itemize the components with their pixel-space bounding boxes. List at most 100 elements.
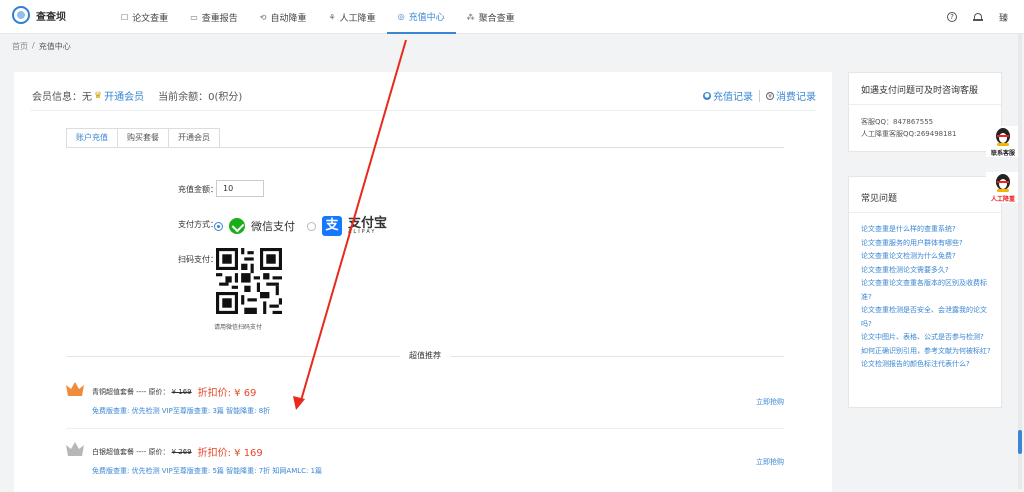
faq-item[interactable]: 论文查重服务的用户群体有哪些? xyxy=(861,237,995,251)
crown-icon xyxy=(66,382,84,396)
alipay-radio[interactable] xyxy=(307,221,316,231)
faq-item[interactable]: 论文查重是什么样的查重系统? xyxy=(861,223,995,237)
contact-card: 如遇支付问题可及时咨询客服 客服QQ：847867555 人工降重客服QQ:26… xyxy=(848,72,1002,152)
faq-item[interactable]: 论文查重论文查重各版本的区别及收费标准? xyxy=(861,277,995,304)
faq-card: 常见问题 论文查重是什么样的查重系统? 论文查重服务的用户群体有哪些? 论文查重… xyxy=(848,176,1002,408)
nav-label: 人工降重 xyxy=(339,13,376,24)
consume-records-link[interactable]: ¥ 消费记录 xyxy=(766,88,816,103)
header-actions: ? 臻 xyxy=(946,0,1008,34)
balance-text: 当前余额：0(积分) xyxy=(158,92,243,103)
buy-now-button[interactable]: 立即抢购 xyxy=(756,457,784,467)
faq-item[interactable]: 论文查重论文检测为什么免费? xyxy=(861,250,995,264)
alipay-icon: 支 xyxy=(322,216,342,236)
clock-icon: ¥ xyxy=(766,91,774,100)
qr-caption: 请用微信扫码支付 xyxy=(214,324,263,331)
nav-label: 充值中心 xyxy=(408,12,445,23)
nav-label: 查重报告 xyxy=(201,13,238,24)
alipay-sub-label: ALIPAY xyxy=(348,229,377,235)
divider xyxy=(849,104,1001,105)
breadcrumb-current: 充值中心 xyxy=(38,42,71,51)
package-divider xyxy=(66,428,784,429)
nav-item-paper-check[interactable]: ☐ 论文查重 xyxy=(110,0,179,34)
alipay-logo[interactable]: 支付宝 ALIPAY xyxy=(348,217,387,235)
wechat-label[interactable]: 微信支付 xyxy=(251,218,295,234)
qr-code xyxy=(216,248,282,314)
separator xyxy=(759,89,760,102)
package-features: 免费版查重: 优先检测 VIP至尊版查重: 5篇 智能降重: 7折 知网AMLC… xyxy=(92,467,323,475)
scrollbar-thumb[interactable] xyxy=(1018,430,1022,454)
breadcrumb-separator: / xyxy=(32,41,35,50)
discount-price: 折扣价: ¥ 169 xyxy=(197,448,263,459)
float-manual-label: 人工降重 xyxy=(990,196,1015,203)
contact-title: 如遇支付问题可及时咨询客服 xyxy=(861,86,979,96)
logo-icon xyxy=(12,6,30,24)
breadcrumb: 首页 / 充值中心 xyxy=(12,41,71,52)
nav-item-auto-reduce[interactable]: ⟲ 自动降重 xyxy=(249,0,318,34)
faq-item[interactable]: 论文检测报告的颜色标注代表什么? xyxy=(861,358,995,372)
tab-open-member[interactable]: 开通会员 xyxy=(169,128,220,148)
vip-crown-icon: ♛ xyxy=(94,90,103,101)
package-name: 青铜超值套餐 ---- 原价： xyxy=(92,387,170,396)
pay-methods: 微信支付 支 支付宝 ALIPAY xyxy=(214,216,387,236)
document-icon: ☐ xyxy=(121,12,129,22)
nav-item-aggregate[interactable]: ⁂ 聚合查重 xyxy=(456,0,526,34)
faq-item[interactable]: 论文查重检测论文需要多久? xyxy=(861,264,995,278)
package-silver: 白银超值套餐 ---- 原价： ¥ 269 折扣价: ¥ 169 免费版查重: … xyxy=(66,442,784,488)
open-member-link[interactable]: 开通会员 xyxy=(104,88,144,103)
tab-underline xyxy=(66,147,784,148)
logo[interactable]: 查查坝 xyxy=(12,6,66,24)
qq-penguin-icon xyxy=(994,172,1012,192)
float-contact-service[interactable]: 联系客服 xyxy=(986,126,1020,157)
user-avatar[interactable]: 臻 xyxy=(999,11,1008,24)
breadcrumb-home[interactable]: 首页 xyxy=(12,41,28,52)
package-header: 青铜超值套餐 ---- 原价： ¥ 169 折扣价: ¥ 69 xyxy=(92,384,257,400)
nav-label: 论文查重 xyxy=(132,13,169,24)
wechat-radio[interactable] xyxy=(214,221,223,231)
tab-account-recharge[interactable]: 账户充值 xyxy=(66,128,118,148)
consume-records-label: 消费记录 xyxy=(776,92,816,103)
divider xyxy=(849,212,1001,213)
float-manual-reduce[interactable]: 人工降重 xyxy=(986,172,1020,203)
original-price: ¥ 269 xyxy=(171,447,192,456)
recommend-title: 超值推荐 xyxy=(400,350,450,361)
nav-item-manual-reduce[interactable]: ⚘ 人工降重 xyxy=(317,0,386,34)
amount-input[interactable] xyxy=(216,180,264,197)
bell-icon[interactable] xyxy=(972,12,983,22)
recharge-icon: ◎ xyxy=(397,11,405,21)
recharge-panel: 会员信息：无 ♛ 开通会员 当前余额：0(积分) ● 充值记录 ¥ 消费记录 账… xyxy=(14,72,832,492)
record-links: ● 充值记录 ¥ 消费记录 xyxy=(703,88,816,103)
discount-price: 折扣价: ¥ 69 xyxy=(197,388,257,399)
cluster-icon: ⁂ xyxy=(466,12,475,22)
faq-item[interactable]: 论文查重检测是否安全、会泄露我的论文吗? xyxy=(861,304,995,331)
nav-label: 自动降重 xyxy=(270,13,307,24)
faq-title: 常见问题 xyxy=(861,194,898,204)
person-icon: ⚘ xyxy=(328,12,336,22)
report-icon: ▭ xyxy=(190,12,198,22)
faq-list: 论文查重是什么样的查重系统? 论文查重服务的用户群体有哪些? 论文查重论文检测为… xyxy=(861,223,995,372)
qq-penguin-icon xyxy=(994,126,1012,146)
tab-buy-package[interactable]: 购买套餐 xyxy=(118,128,169,148)
pay-method-label: 支付方式： xyxy=(178,220,218,229)
top-navbar: 查查坝 ☐ 论文查重 ▭ 查重报告 ⟲ 自动降重 ⚘ 人工降重 ◎ 充值中心 ⁂ 聚合查重 … xyxy=(0,0,1024,34)
package-features: 免费版查重: 优先检测 VIP至尊版查重: 3篇 智能降重: 8折 xyxy=(92,407,271,415)
wechat-icon xyxy=(229,218,245,234)
service-qq: 客服QQ：847867555 xyxy=(861,118,934,126)
faq-item[interactable]: 如何正确识别引用，参考文献为何被标红? xyxy=(861,345,995,359)
manual-service-qq: 人工降重客服QQ:269498181 xyxy=(861,130,957,138)
buy-now-button[interactable]: 立即抢购 xyxy=(756,397,784,407)
scrollbar-track[interactable] xyxy=(1018,34,1022,489)
member-label: 会员信息：无 xyxy=(32,92,92,103)
scan-label: 扫码支付： xyxy=(178,255,218,264)
recharge-records-link[interactable]: ● 充值记录 xyxy=(703,88,753,103)
help-icon[interactable]: ? xyxy=(946,12,957,22)
auto-icon: ⟲ xyxy=(259,12,267,22)
faq-item[interactable]: 论文中图片、表格、公式是否参与检测? xyxy=(861,331,995,345)
nav-item-report[interactable]: ▭ 查重报告 xyxy=(179,0,249,34)
divider xyxy=(30,110,816,111)
recharge-tabs: 账户充值 购买套餐 开通会员 xyxy=(66,128,220,148)
nav-item-recharge[interactable]: ◎ 充值中心 xyxy=(386,0,456,34)
recharge-records-label: 充值记录 xyxy=(713,92,753,103)
logo-text: 查查坝 xyxy=(36,11,66,23)
nav-label: 聚合查重 xyxy=(478,13,515,24)
member-info: 会员信息：无 ♛ 开通会员 当前余额：0(积分) xyxy=(32,88,243,104)
